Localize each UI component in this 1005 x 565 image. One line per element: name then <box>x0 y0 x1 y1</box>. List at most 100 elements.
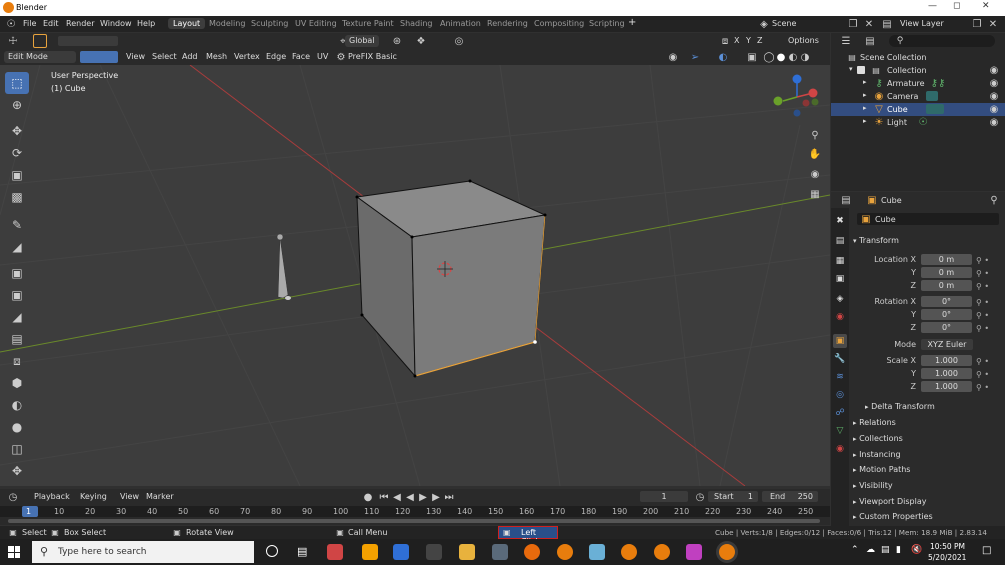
cortana-icon[interactable] <box>266 545 278 557</box>
render-tab-icon[interactable]: ▤ <box>833 234 847 248</box>
tab-animation[interactable]: Animation <box>435 18 486 29</box>
pivot-point-icon[interactable]: ⊛ <box>390 34 404 48</box>
clock-date[interactable]: 5/20/2021 <box>928 553 966 562</box>
blender-taskbar-icon[interactable] <box>621 544 637 560</box>
zoom-icon[interactable]: ⚲ <box>808 128 822 142</box>
eye-icon[interactable]: ◉ <box>987 89 1001 103</box>
mirror-axis-y[interactable]: Y <box>746 36 751 45</box>
tab-modeling[interactable]: Modeling <box>204 18 250 29</box>
select-box-tool-icon[interactable] <box>33 34 47 48</box>
menu-edge[interactable]: Edge <box>266 52 286 61</box>
extrude-tool-icon[interactable]: ▣ <box>5 262 29 284</box>
loop-cut-tool-icon[interactable]: ▤ <box>5 328 29 350</box>
physics-tab-icon[interactable]: ◎ <box>833 388 847 402</box>
lock-icon[interactable]: ⚲ • <box>976 296 989 309</box>
transform-tool-icon[interactable]: ▩ <box>5 186 29 208</box>
motion-paths-panel[interactable]: ▸ Motion Paths <box>853 465 910 474</box>
measure-tool-icon[interactable]: ◢ <box>5 236 29 258</box>
tab-layout[interactable]: Layout <box>168 18 206 29</box>
file-explorer-icon[interactable] <box>459 544 475 560</box>
next-keyframe-icon[interactable]: ▶ <box>429 490 443 504</box>
constraints-tab-icon[interactable]: ☍ <box>833 406 847 420</box>
delete-scene-icon[interactable]: ✕ <box>862 17 876 31</box>
perspective-toggle-icon[interactable]: ▦ <box>808 187 822 201</box>
menu-mesh[interactable]: Mesh <box>206 52 227 61</box>
prev-keyframe-icon[interactable]: ◀ <box>390 490 404 504</box>
scene-tab-icon[interactable]: ◈ <box>833 292 847 306</box>
menu-file[interactable]: File <box>23 19 36 28</box>
menu-vertex[interactable]: Vertex <box>234 52 260 61</box>
world-tab-icon[interactable]: ◉ <box>833 310 847 324</box>
lock-icon[interactable]: ⚲ • <box>976 381 989 394</box>
lock-icon[interactable]: ⚲ • <box>976 322 989 335</box>
options-dropdown[interactable]: Options <box>784 35 823 47</box>
windows-start-icon[interactable] <box>8 546 20 558</box>
eye-icon[interactable]: ◉ <box>987 115 1001 129</box>
modifier-tab-icon[interactable]: 🔧 <box>833 352 847 366</box>
overlay-icon[interactable]: ◐ <box>716 50 730 64</box>
close-icon[interactable]: ✕ <box>982 1 990 11</box>
lock-icon[interactable]: ⚲ • <box>976 355 989 368</box>
outliner-item-light[interactable]: ▸ ☀ Light ☉ ◉ <box>831 116 1005 129</box>
outliner-editor-icon[interactable]: ☰ <box>839 34 853 48</box>
display-mode-icon[interactable]: ▤ <box>863 34 877 48</box>
move-tool-icon[interactable]: ✥ <box>5 120 29 142</box>
xray-icon[interactable]: ▣ <box>745 50 759 64</box>
battery-icon[interactable]: ▮ <box>896 545 901 555</box>
location-y-field[interactable]: 0 m <box>921 267 972 278</box>
bevel-tool-icon[interactable]: ◢ <box>5 306 29 328</box>
outliner-item-camera[interactable]: ▸ ◉ Camera ◉ <box>831 90 1005 103</box>
play-reverse-icon[interactable]: ◀ <box>403 490 417 504</box>
current-frame-field[interactable]: 1 <box>640 491 688 502</box>
store-app-icon[interactable] <box>362 544 378 560</box>
location-x-field[interactable]: 0 m <box>921 254 972 265</box>
annotate-tool-icon[interactable]: ✎ <box>5 214 29 236</box>
outliner-search-input[interactable]: ⚲ <box>889 35 995 47</box>
affinity-app-icon[interactable] <box>426 544 442 560</box>
select-mode-icons[interactable] <box>80 51 118 63</box>
lock-icon[interactable]: ⚲ • <box>976 368 989 381</box>
object-name-field[interactable]: ▣ Cube <box>857 213 999 225</box>
visibility-panel[interactable]: ▸ Visibility <box>853 481 893 490</box>
inset-tool-icon[interactable]: ▣ <box>5 284 29 306</box>
menu-view[interactable]: View <box>126 52 145 61</box>
mirror-axis-z[interactable]: Z <box>757 36 762 45</box>
task-view-icon[interactable]: ▤ <box>297 545 307 558</box>
shrink-tool-icon[interactable]: ✥ <box>5 460 29 482</box>
cloud-icon[interactable]: ☁ <box>866 545 875 555</box>
object-tab-icon[interactable]: ▣ <box>833 334 847 348</box>
blender-taskbar-icon[interactable] <box>654 544 670 560</box>
checkbox-icon[interactable] <box>857 66 865 74</box>
menu-select[interactable]: Select <box>152 52 177 61</box>
tab-uv-editing[interactable]: UV Editing <box>290 18 342 29</box>
poly-build-tool-icon[interactable]: ⬢ <box>5 372 29 394</box>
app-taskbar-icon[interactable] <box>589 544 605 560</box>
office-app-icon[interactable] <box>327 544 343 560</box>
firefox-app-icon[interactable] <box>524 544 540 560</box>
menu-help[interactable]: Help <box>137 19 155 28</box>
menu-add[interactable]: Add <box>182 52 198 61</box>
volume-muted-icon[interactable]: 🔇 <box>911 545 922 555</box>
rotation-y-field[interactable]: 0° <box>921 309 972 320</box>
mode-dropdown[interactable]: Edit Mode <box>4 51 76 63</box>
viewport-display-panel[interactable]: ▸ Viewport Display <box>853 497 926 506</box>
blender-taskbar-active-icon[interactable] <box>719 544 735 560</box>
scale-x-field[interactable]: 1.000 <box>921 355 972 366</box>
smooth-tool-icon[interactable]: ● <box>5 416 29 438</box>
expand-icon[interactable]: ▸ <box>863 78 867 86</box>
selection-mode-icons[interactable] <box>58 36 118 46</box>
collections-panel[interactable]: ▸ Collections <box>853 434 903 443</box>
material-tab-icon[interactable]: ◉ <box>833 442 847 456</box>
clock-time[interactable]: 10:50 PM <box>930 542 965 551</box>
instancing-panel[interactable]: ▸ Instancing <box>853 450 901 459</box>
menu-edit[interactable]: Edit <box>43 19 59 28</box>
output-tab-icon[interactable]: ▦ <box>833 254 847 268</box>
scene-name[interactable]: Scene <box>772 19 796 28</box>
scale-y-field[interactable]: 1.000 <box>921 368 972 379</box>
spin-tool-icon[interactable]: ◐ <box>5 394 29 416</box>
relations-panel[interactable]: ▸ Relations <box>853 418 896 427</box>
cursor-tool-icon[interactable]: ⊕ <box>5 94 29 116</box>
add-workspace-icon[interactable]: + <box>628 17 636 28</box>
timeline-scrollbar[interactable] <box>0 517 830 525</box>
end-frame-field[interactable]: End 250 <box>762 491 818 502</box>
